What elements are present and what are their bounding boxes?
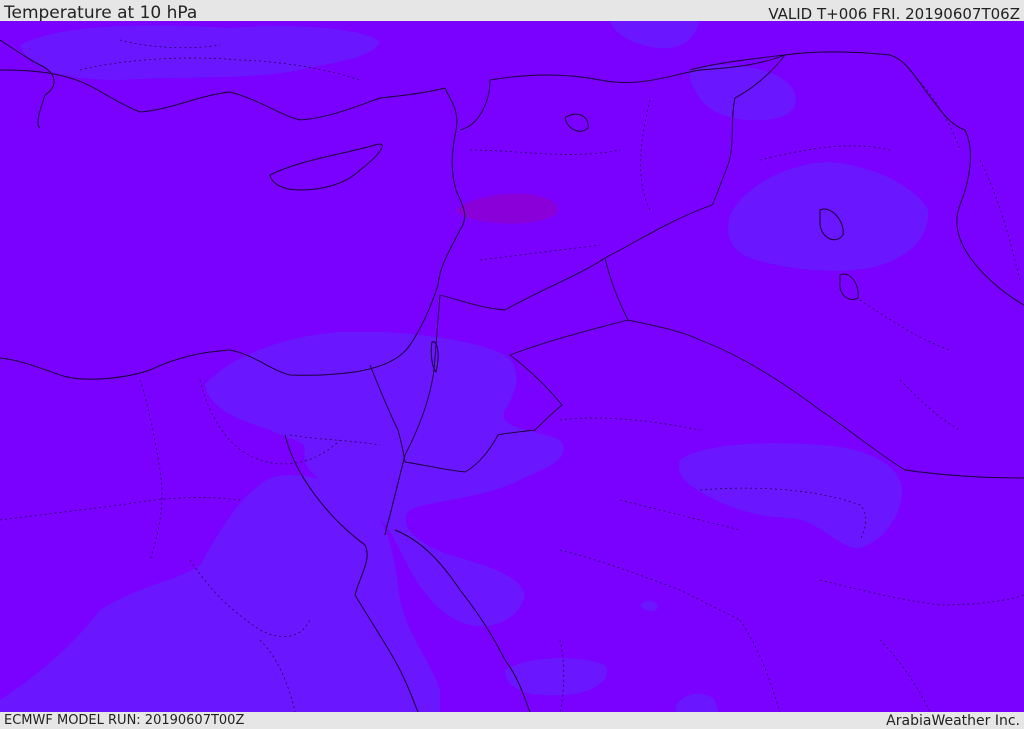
map-title: Temperature at 10 hPa bbox=[4, 3, 198, 23]
temperature-map bbox=[0, 21, 1024, 712]
weather-map-page: Temperature at 10 hPa VALID T+006 FRI. 2… bbox=[0, 0, 1024, 729]
header-bar: Temperature at 10 hPa VALID T+006 FRI. 2… bbox=[0, 0, 1024, 23]
map-canvas[interactable] bbox=[0, 21, 1024, 712]
footer-bar: ECMWF MODEL RUN: 20190607T00Z ArabiaWeat… bbox=[0, 712, 1024, 729]
model-run-label: ECMWF MODEL RUN: 20190607T00Z bbox=[4, 713, 245, 728]
credit-label: ArabiaWeather Inc. bbox=[886, 713, 1020, 729]
